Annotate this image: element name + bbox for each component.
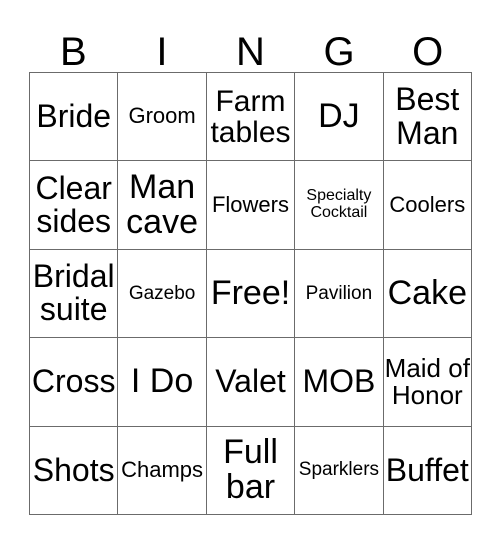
bingo-cell-b2[interactable]: Clear sides bbox=[30, 161, 119, 250]
header-letter-n: N bbox=[236, 30, 265, 74]
bingo-cell-b3[interactable]: Bridal suite bbox=[30, 249, 119, 339]
bingo-cell-n2[interactable]: Flowers bbox=[206, 161, 296, 250]
bingo-cell-g1[interactable]: DJ bbox=[295, 73, 384, 162]
bingo-cell-g4[interactable]: MOB bbox=[295, 338, 384, 427]
bingo-header-row: B I N G O bbox=[29, 24, 472, 72]
bingo-cell-o3[interactable]: Cake bbox=[383, 249, 472, 339]
bingo-cell-label: Sparklers bbox=[298, 459, 380, 481]
header-letter-b: B bbox=[59, 30, 87, 74]
header-letter-g: G bbox=[323, 30, 355, 74]
bingo-cell-label: Buffet bbox=[385, 451, 469, 488]
bingo-cell-label: Specialty Cocktail bbox=[306, 187, 372, 222]
bingo-cell-label: DJ bbox=[318, 97, 360, 136]
bingo-cell-label: Bridal suite bbox=[32, 258, 115, 328]
bingo-cell-i3[interactable]: Gazebo bbox=[118, 249, 207, 339]
bingo-cell-label: Shots bbox=[32, 451, 115, 488]
bingo-cell-label: Flowers bbox=[211, 191, 289, 217]
bingo-cell-label: I Do bbox=[130, 362, 194, 401]
bingo-cell-g2[interactable]: Specialty Cocktail bbox=[295, 161, 384, 250]
bingo-cell-label: Coolers bbox=[389, 191, 466, 217]
bingo-card: B I N G O Bride Groom Farm tables DJ Bes… bbox=[0, 0, 500, 544]
bingo-cell-label: Man cave bbox=[126, 167, 198, 242]
bingo-cell-i4[interactable]: I Do bbox=[118, 338, 207, 427]
bingo-cell-label: Groom bbox=[128, 103, 196, 129]
bingo-cell-i5[interactable]: Champs bbox=[118, 426, 207, 515]
header-letter-o: O bbox=[412, 30, 444, 74]
bingo-cell-i2[interactable]: Man cave bbox=[118, 161, 207, 250]
bingo-cell-b4[interactable]: Cross bbox=[30, 338, 119, 427]
bingo-cell-label: Cross bbox=[31, 363, 116, 400]
bingo-cell-label: Maid of Honor bbox=[384, 352, 470, 410]
bingo-cell-g5[interactable]: Sparklers bbox=[295, 426, 384, 515]
bingo-cell-label: Best Man bbox=[395, 81, 460, 151]
bingo-cell-o1[interactable]: Best Man bbox=[383, 73, 472, 162]
bingo-cell-n5[interactable]: Full bar bbox=[206, 426, 296, 515]
bingo-cell-free-space[interactable]: Free! bbox=[206, 249, 296, 339]
bingo-cell-o2[interactable]: Coolers bbox=[383, 161, 472, 250]
free-space-label: Free! bbox=[210, 273, 291, 312]
bingo-cell-o4[interactable]: Maid of Honor bbox=[383, 338, 472, 427]
bingo-cell-label: Clear sides bbox=[35, 169, 112, 240]
bingo-cell-n4[interactable]: Valet bbox=[206, 338, 296, 427]
bingo-cell-i1[interactable]: Groom bbox=[118, 73, 207, 162]
bingo-cell-b5[interactable]: Shots bbox=[30, 426, 119, 515]
bingo-grid: Bride Groom Farm tables DJ Best Man Clea… bbox=[29, 72, 472, 515]
bingo-cell-label: Cake bbox=[387, 273, 467, 312]
header-letter-i: I bbox=[156, 30, 168, 74]
bingo-cell-label: Pavilion bbox=[305, 282, 373, 304]
bingo-cell-label: Full bar bbox=[223, 432, 278, 507]
bingo-cell-b1[interactable]: Bride bbox=[30, 73, 119, 162]
bingo-cell-label: Farm tables bbox=[210, 84, 291, 149]
bingo-cell-o5[interactable]: Buffet bbox=[383, 426, 472, 515]
bingo-cell-label: MOB bbox=[302, 363, 376, 400]
bingo-cell-label: Bride bbox=[36, 98, 112, 135]
bingo-cell-g3[interactable]: Pavilion bbox=[295, 249, 384, 339]
bingo-cell-label: Valet bbox=[215, 363, 286, 400]
bingo-cell-label: Champs bbox=[121, 456, 204, 482]
bingo-cell-n1[interactable]: Farm tables bbox=[206, 73, 296, 162]
bingo-cell-label: Gazebo bbox=[128, 282, 196, 304]
